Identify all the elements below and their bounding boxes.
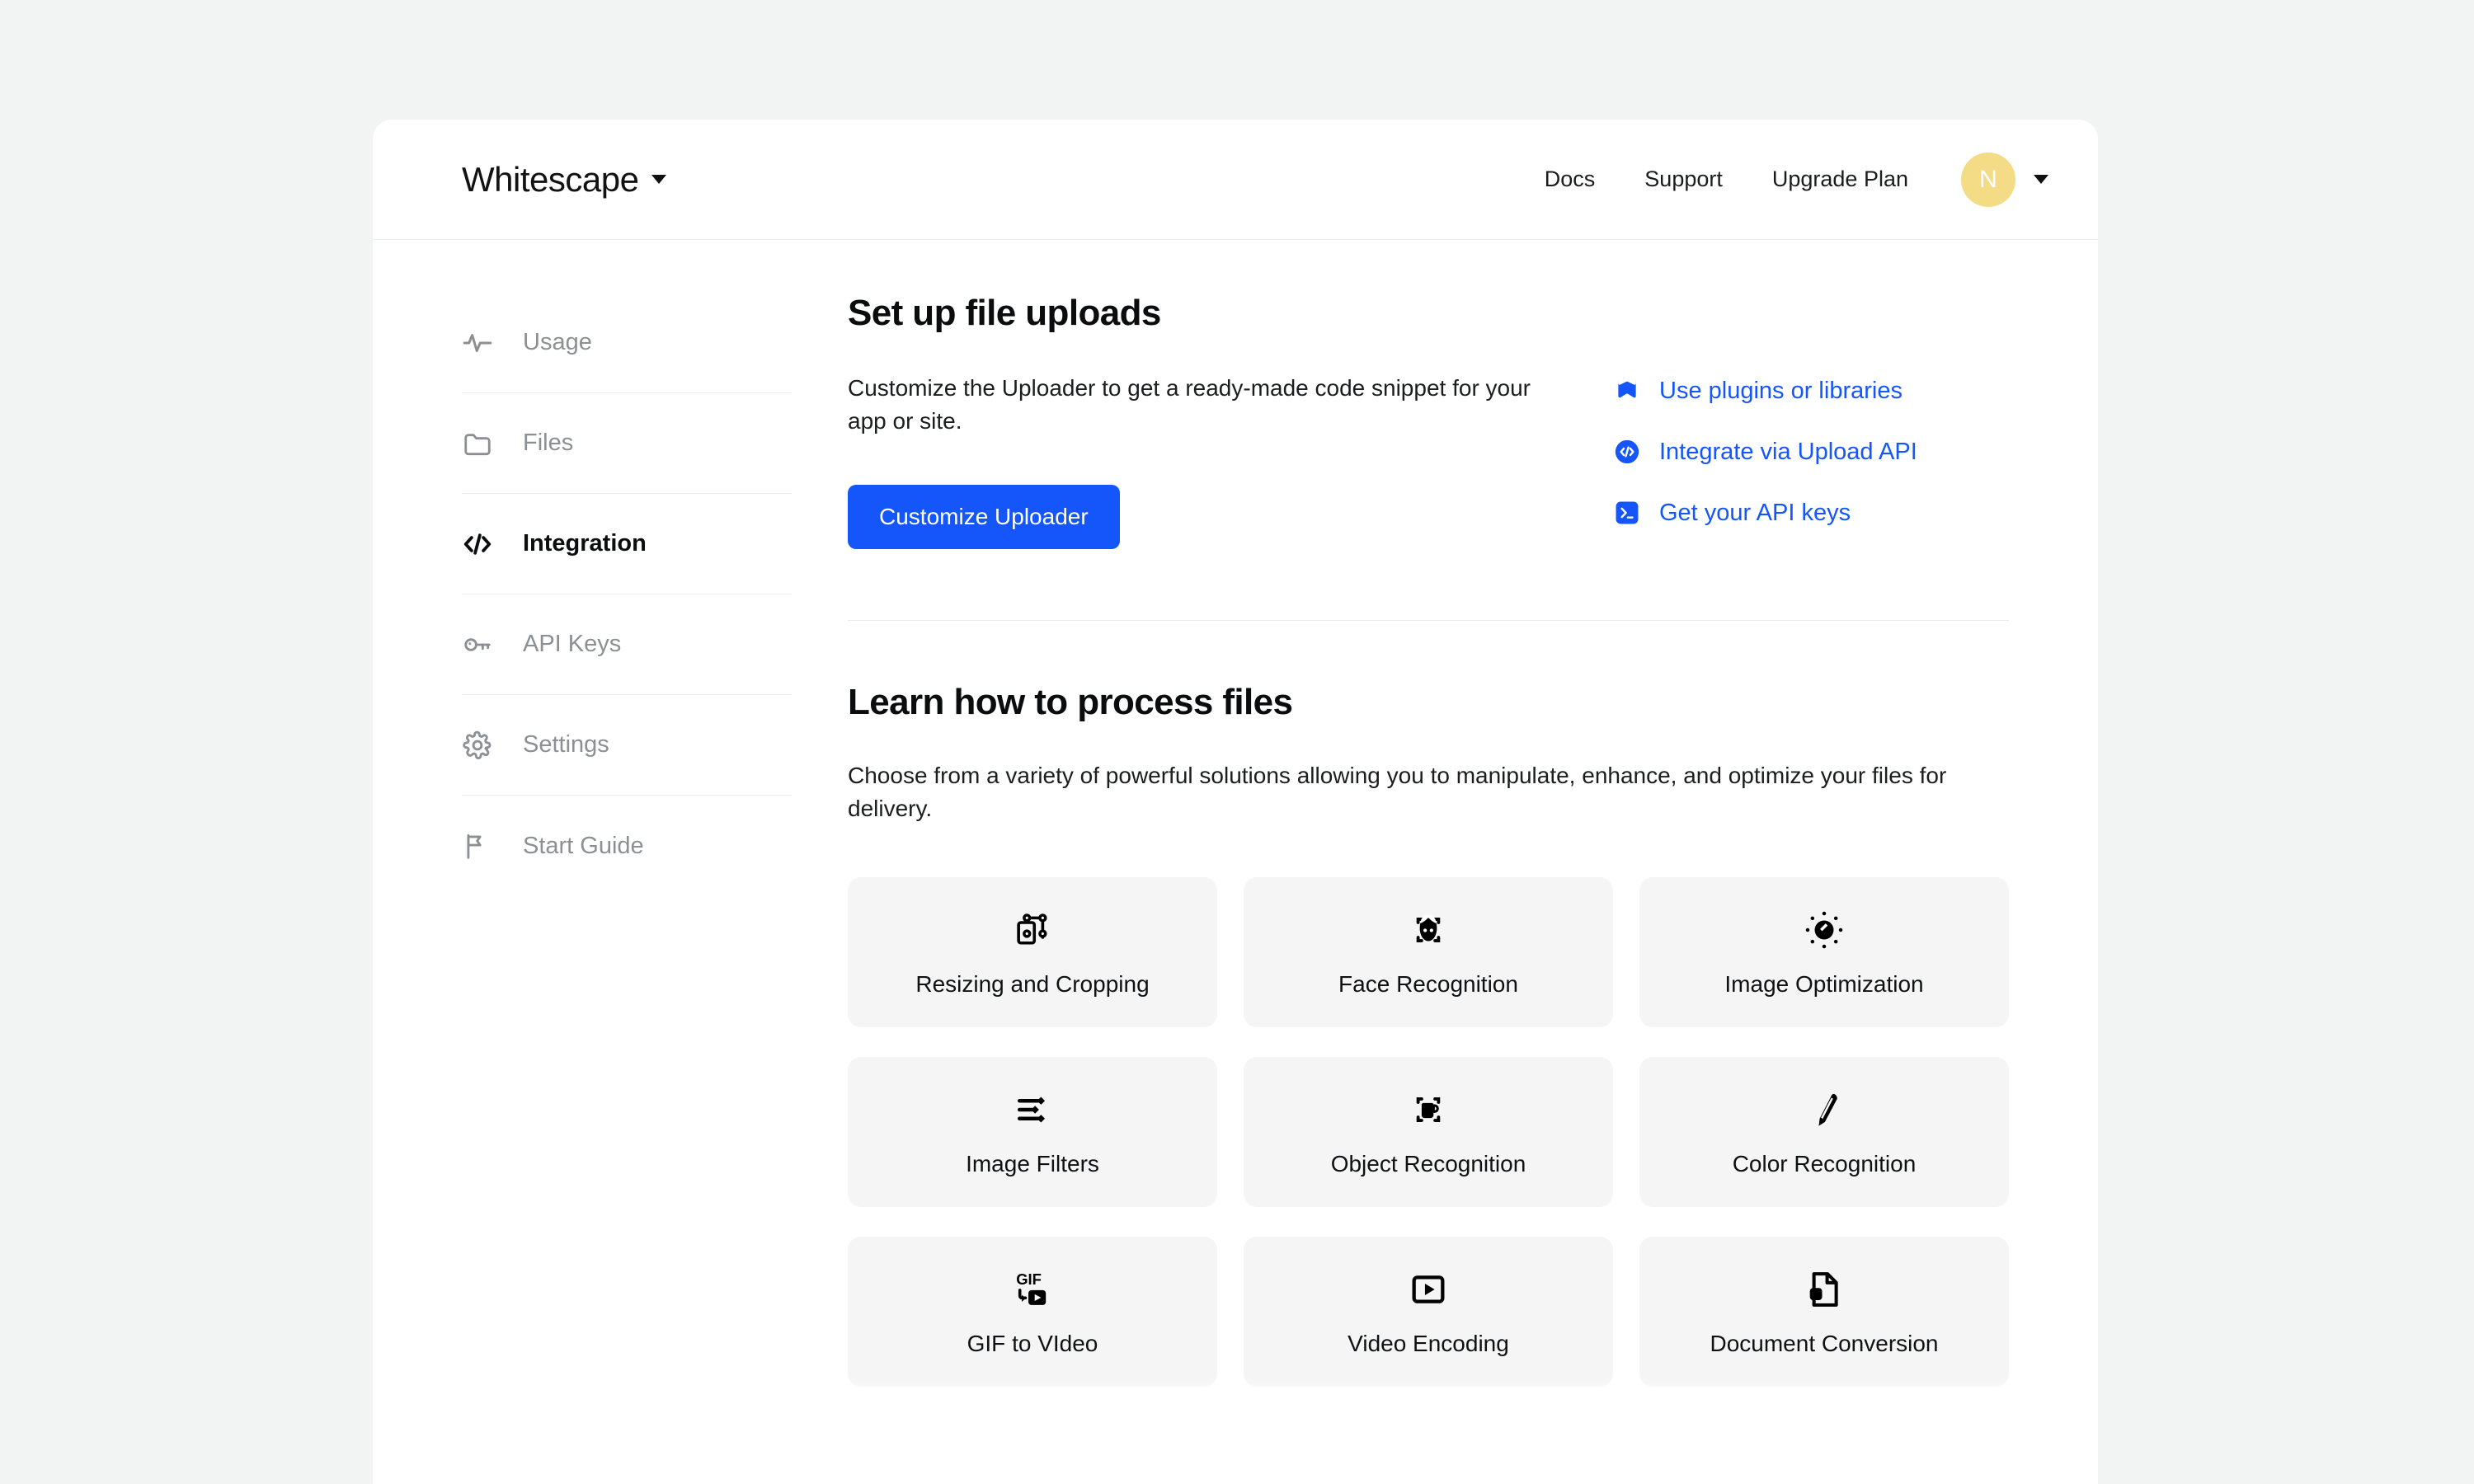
card-label: Object Recognition [1331,1151,1526,1177]
sidebar-item-settings[interactable]: Settings [462,695,792,796]
gif-to-video-icon: GIF [1010,1266,1055,1313]
card-label: Image Optimization [1724,971,1923,998]
top-bar: Whitescape Docs Support Upgrade Plan N [373,120,2098,240]
code-brackets-icon [462,528,493,560]
sidebar-item-usage[interactable]: Usage [462,293,792,393]
sidebar-item-start-guide[interactable]: Start Guide [462,796,792,896]
sidebar-item-label: Integration [523,530,647,557]
svg-text:GIF: GIF [1016,1270,1042,1288]
flag-icon [462,830,493,862]
process-cards-grid: Resizing and Cropping [848,877,2009,1387]
sidebar-item-label: Usage [523,329,592,356]
sidebar-item-label: Start Guide [523,833,644,860]
card-label: Face Recognition [1338,971,1518,998]
sidebar-nav-list: Usage Files [462,293,792,896]
nav-link-docs[interactable]: Docs [1545,167,1596,192]
link-use-plugins-or-libraries[interactable]: Use plugins or libraries [1613,377,2009,405]
card-label: Resizing and Cropping [915,971,1149,998]
learn-section: Learn how to process files Choose from a… [848,682,2009,1387]
sidebar-item-files[interactable]: Files [462,393,792,494]
learn-title: Learn how to process files [848,682,2009,723]
card-label: Video Encoding [1348,1331,1509,1357]
link-get-your-api-keys[interactable]: Get your API keys [1613,499,2009,527]
account-menu[interactable]: N [1961,153,2048,207]
terminal-icon [1613,499,1641,527]
setup-description: Customize the Uploader to get a ready-ma… [848,372,1557,439]
nav-link-upgrade-plan[interactable]: Upgrade Plan [1772,167,1908,192]
setup-intro-row: Customize the Uploader to get a ready-ma… [848,372,2009,549]
folder-icon [462,428,493,459]
sidebar-item-label: Settings [523,731,609,758]
quick-links: Use plugins or libraries [1613,372,2009,549]
face-scan-icon [1406,907,1451,953]
card-label: Color Recognition [1733,1151,1917,1177]
sidebar-item-label: Files [523,430,573,457]
brightness-sun-icon [1802,907,1846,953]
setup-intro-left: Customize the Uploader to get a ready-ma… [848,372,1573,549]
quick-link-label: Integrate via Upload API [1659,439,1917,466]
link-integrate-via-upload-api[interactable]: Integrate via Upload API [1613,438,2009,466]
activity-pulse-icon [462,327,493,359]
key-icon [462,629,493,660]
nav-link-support[interactable]: Support [1644,167,1723,192]
card-label: Image Filters [966,1151,1099,1177]
crop-resize-icon [1010,907,1055,953]
card-resizing-and-cropping[interactable]: Resizing and Cropping [848,877,1217,1027]
avatar[interactable]: N [1961,153,2015,207]
card-image-filters[interactable]: Image Filters [848,1057,1217,1207]
card-gif-to-video[interactable]: GIF GIF to VIdeo [848,1237,1217,1387]
card-color-recognition[interactable]: Color Recognition [1639,1057,2009,1207]
card-document-conversion[interactable]: Document Conversion [1639,1237,2009,1387]
document-convert-icon [1802,1266,1846,1313]
bookmark-shield-icon [1613,377,1641,405]
page-title: Set up file uploads [848,293,2009,334]
caret-down-icon [2034,175,2048,184]
sidebar-item-integration[interactable]: Integration [462,494,792,594]
quick-link-label: Use plugins or libraries [1659,378,1903,405]
card-image-optimization[interactable]: Image Optimization [1639,877,2009,1027]
card-video-encoding[interactable]: Video Encoding [1244,1237,1613,1387]
quick-link-label: Get your API keys [1659,500,1851,527]
workspace-switcher[interactable]: Whitescape [462,160,666,200]
top-navigation: Docs Support Upgrade Plan [1545,167,1908,192]
sidebar-item-api-keys[interactable]: API Keys [462,594,792,695]
caret-down-icon [651,175,666,184]
gear-icon [462,730,493,761]
customize-uploader-button[interactable]: Customize Uploader [848,485,1120,549]
workspace-name: Whitescape [462,160,638,200]
sidebar-item-label: API Keys [523,631,621,658]
card-label: GIF to VIdeo [967,1331,1098,1357]
card-face-recognition[interactable]: Face Recognition [1244,877,1613,1027]
section-divider [848,620,2009,621]
card-label: Document Conversion [1710,1331,1938,1357]
sliders-icon [1010,1087,1055,1133]
object-scan-icon [1406,1087,1451,1133]
pen-color-icon [1802,1087,1846,1133]
card-object-recognition[interactable]: Object Recognition [1244,1057,1613,1207]
app-body: Usage Files [373,240,2098,1484]
code-circle-icon [1613,438,1641,466]
sidebar: Usage Files [373,240,792,1484]
video-play-icon [1406,1266,1451,1313]
app-window: Whitescape Docs Support Upgrade Plan N [373,120,2098,1484]
main-content: Set up file uploads Customize the Upload… [792,240,2098,1484]
learn-description: Choose from a variety of powerful soluti… [848,759,2002,826]
